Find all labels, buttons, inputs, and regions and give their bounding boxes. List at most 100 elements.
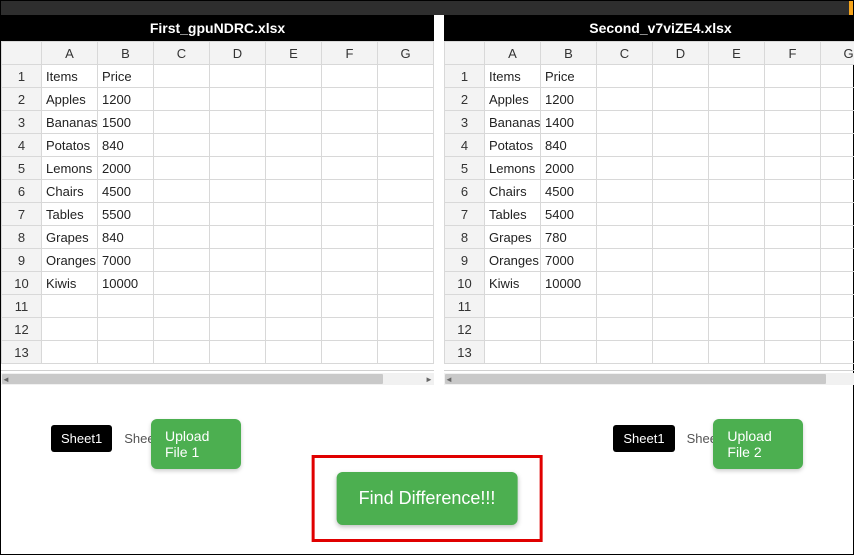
cell[interactable] [98, 295, 154, 318]
cell[interactable]: Bananas [42, 111, 98, 134]
cell[interactable] [266, 65, 322, 88]
cell[interactable] [765, 341, 821, 364]
cell[interactable] [210, 226, 266, 249]
cell[interactable] [42, 318, 98, 341]
cell[interactable] [210, 157, 266, 180]
cell[interactable] [485, 318, 541, 341]
corner-cell[interactable] [2, 42, 42, 65]
cell[interactable] [597, 134, 653, 157]
cell[interactable] [378, 318, 434, 341]
cell[interactable] [821, 341, 854, 364]
cell[interactable] [322, 134, 378, 157]
cell[interactable]: 840 [541, 134, 597, 157]
cell[interactable] [322, 111, 378, 134]
cell[interactable] [597, 249, 653, 272]
cell[interactable]: Items [42, 65, 98, 88]
cell[interactable] [378, 226, 434, 249]
cell[interactable] [322, 226, 378, 249]
scroll-left-icon[interactable]: ◄ [1, 373, 11, 385]
cell[interactable]: 10000 [541, 272, 597, 295]
cell[interactable]: 4500 [541, 180, 597, 203]
cell[interactable] [653, 88, 709, 111]
row-header[interactable]: 11 [445, 295, 485, 318]
row-header[interactable]: 13 [2, 341, 42, 364]
row-header[interactable]: 5 [445, 157, 485, 180]
cell[interactable]: Potatos [485, 134, 541, 157]
cell[interactable] [98, 318, 154, 341]
cell[interactable]: Price [541, 65, 597, 88]
cell[interactable] [266, 88, 322, 111]
cell[interactable]: 5400 [541, 203, 597, 226]
cell[interactable] [210, 65, 266, 88]
row-header[interactable]: 3 [445, 111, 485, 134]
cell[interactable] [597, 111, 653, 134]
sheet-tab-1[interactable]: Sheet1 [51, 425, 112, 452]
row-header[interactable]: 10 [445, 272, 485, 295]
row-header[interactable]: 1 [2, 65, 42, 88]
row-header[interactable]: 5 [2, 157, 42, 180]
cell[interactable]: Potatos [42, 134, 98, 157]
cell[interactable] [597, 203, 653, 226]
cell[interactable] [653, 180, 709, 203]
cell[interactable] [154, 134, 210, 157]
cell[interactable] [210, 249, 266, 272]
cell[interactable] [378, 134, 434, 157]
cell[interactable] [821, 318, 854, 341]
cell[interactable] [765, 249, 821, 272]
cell[interactable] [378, 295, 434, 318]
row-header[interactable]: 12 [2, 318, 42, 341]
cell[interactable] [266, 295, 322, 318]
cell[interactable] [765, 65, 821, 88]
cell[interactable] [210, 341, 266, 364]
cell[interactable] [42, 341, 98, 364]
cell[interactable]: 7000 [541, 249, 597, 272]
col-header[interactable]: G [821, 42, 854, 65]
corner-cell[interactable] [445, 42, 485, 65]
cell[interactable] [154, 157, 210, 180]
cell[interactable]: Grapes [485, 226, 541, 249]
col-header[interactable]: D [210, 42, 266, 65]
right-grid[interactable]: A B C D E F G 1ItemsPrice2Apples12003Ban… [444, 41, 854, 364]
cell[interactable] [378, 341, 434, 364]
col-header[interactable]: A [485, 42, 541, 65]
cell[interactable] [653, 65, 709, 88]
cell[interactable] [653, 203, 709, 226]
cell[interactable]: 5500 [98, 203, 154, 226]
row-header[interactable]: 6 [2, 180, 42, 203]
upload-file-1-button[interactable]: Upload File 1 [151, 419, 241, 469]
row-header[interactable]: 10 [2, 272, 42, 295]
cell[interactable]: Grapes [42, 226, 98, 249]
cell[interactable] [266, 180, 322, 203]
cell[interactable] [322, 203, 378, 226]
cell[interactable] [42, 295, 98, 318]
cell[interactable]: 1200 [541, 88, 597, 111]
cell[interactable]: Kiwis [485, 272, 541, 295]
cell[interactable] [765, 295, 821, 318]
cell[interactable] [154, 272, 210, 295]
cell[interactable] [485, 295, 541, 318]
cell[interactable] [709, 65, 765, 88]
cell[interactable] [653, 226, 709, 249]
cell[interactable] [266, 226, 322, 249]
cell[interactable] [378, 249, 434, 272]
row-header[interactable]: 6 [445, 180, 485, 203]
cell[interactable] [821, 295, 854, 318]
cell[interactable]: Bananas [485, 111, 541, 134]
cell[interactable]: Apples [485, 88, 541, 111]
cell[interactable] [709, 318, 765, 341]
cell[interactable] [821, 203, 854, 226]
cell[interactable]: Tables [42, 203, 98, 226]
cell[interactable] [322, 272, 378, 295]
row-header[interactable]: 2 [445, 88, 485, 111]
cell[interactable] [821, 111, 854, 134]
cell[interactable] [709, 180, 765, 203]
upload-file-2-button[interactable]: Upload File 2 [713, 419, 803, 469]
cell[interactable] [653, 341, 709, 364]
cell[interactable] [378, 272, 434, 295]
row-header[interactable]: 3 [2, 111, 42, 134]
row-header[interactable]: 7 [445, 203, 485, 226]
col-header[interactable]: B [541, 42, 597, 65]
col-header[interactable]: C [154, 42, 210, 65]
cell[interactable] [709, 111, 765, 134]
row-header[interactable]: 7 [2, 203, 42, 226]
